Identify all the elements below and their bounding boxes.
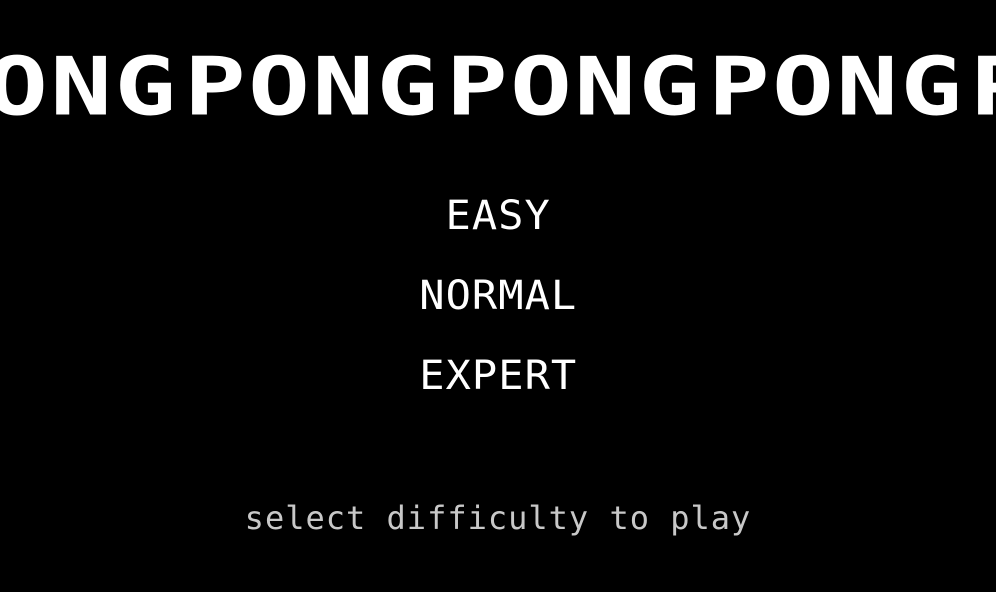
difficulty-expert-button[interactable]: EXPERT xyxy=(413,352,584,400)
title-word: PONG xyxy=(184,40,441,134)
difficulty-menu: EASY NORMAL EXPERT xyxy=(0,192,996,400)
title-word: PONG xyxy=(0,40,179,134)
title-marquee: PONG PONG PONG PONG PONG xyxy=(0,40,996,134)
title-word: PONG xyxy=(970,47,996,127)
difficulty-normal-button[interactable]: NORMAL xyxy=(413,272,584,320)
difficulty-easy-button[interactable]: EASY xyxy=(439,192,557,240)
title-word: PONG xyxy=(446,40,703,134)
game-screen: PONG PONG PONG PONG PONG EASY NORMAL EXP… xyxy=(0,0,996,592)
instruction-text: select difficulty to play xyxy=(244,499,752,537)
title-word: PONG xyxy=(708,40,965,134)
